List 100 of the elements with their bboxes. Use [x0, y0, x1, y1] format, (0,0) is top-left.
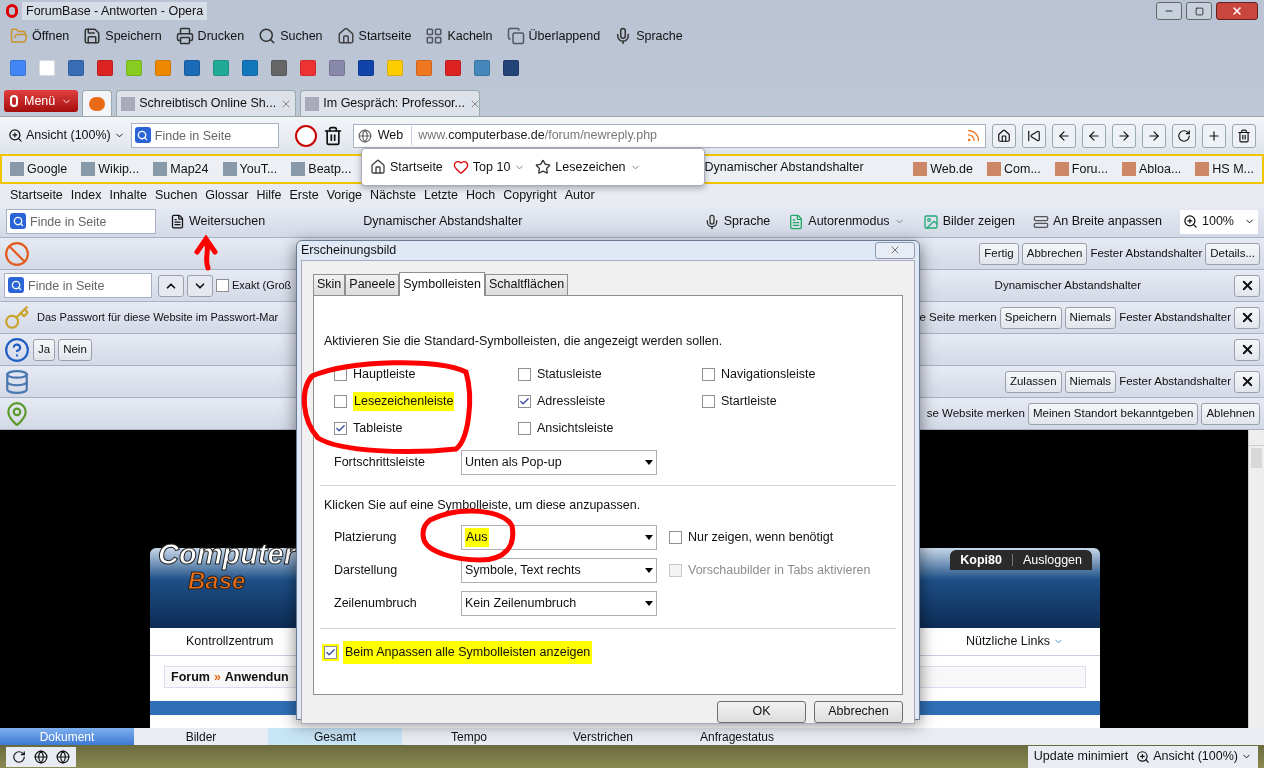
breadcrumb-link[interactable]: Forum — [171, 667, 210, 687]
add-button[interactable] — [1202, 123, 1226, 148]
close-button[interactable] — [1234, 274, 1260, 297]
tab[interactable] — [82, 90, 113, 116]
button[interactable]: Meinen Standort bekanntgeben — [1027, 402, 1199, 425]
menu-item[interactable]: Copyright — [503, 185, 557, 205]
checkbox[interactable] — [702, 368, 715, 381]
toolbar-button[interactable]: Autorenmodus — [788, 212, 905, 231]
down-button[interactable] — [187, 274, 213, 297]
bookmark[interactable]: HS M... — [1195, 159, 1254, 179]
button[interactable]: Niemals — [1064, 370, 1117, 393]
breadcrumb-link[interactable]: Anwendun — [224, 667, 289, 687]
bookmark[interactable]: Foru... — [1054, 159, 1108, 179]
menu-item[interactable]: Erste — [289, 185, 319, 205]
up-button[interactable] — [158, 274, 184, 297]
checkbox[interactable] — [518, 395, 531, 408]
dropdown[interactable]: Aus — [461, 524, 657, 550]
forward-button[interactable] — [1142, 123, 1166, 148]
find-next-button[interactable]: Weitersuchen — [170, 212, 266, 231]
close-button[interactable] — [1234, 370, 1260, 393]
button[interactable]: Details... — [1205, 242, 1260, 265]
toolbar-button[interactable]: Überlappend — [506, 26, 601, 46]
menu-item[interactable]: Glossar — [205, 185, 249, 205]
reload-button[interactable] — [1172, 123, 1196, 148]
maximize-button[interactable] — [1186, 2, 1212, 20]
back-button[interactable] — [1082, 123, 1106, 148]
menu-item[interactable]: Letzte — [423, 185, 458, 205]
menu-button[interactable]: Menü — [4, 90, 79, 112]
tab[interactable]: Schreibtisch Online Sh... — [116, 90, 297, 116]
close-button[interactable] — [1234, 306, 1260, 329]
bookmark[interactable]: Map24 — [153, 159, 209, 179]
bookmark[interactable]: Google — [10, 159, 68, 179]
tab[interactable]: Paneele — [345, 273, 400, 295]
button[interactable]: Speichern — [999, 306, 1062, 329]
dropdown[interactable]: Symbole, Text rechts — [461, 557, 657, 583]
trash-button[interactable] — [1232, 123, 1256, 148]
tab[interactable]: Skin — [313, 273, 346, 295]
toolbar-button[interactable]: An Breite anpassen — [1032, 212, 1162, 231]
bookmark[interactable]: Com... — [987, 159, 1041, 179]
menu-item[interactable]: Suchen — [154, 185, 198, 205]
close-button[interactable] — [1216, 2, 1258, 20]
popup-item[interactable]: Top 10 — [452, 157, 526, 177]
dropdown[interactable]: Kein Zeilenumbruch — [461, 590, 657, 616]
nav-link[interactable]: Kontrollzentrum — [186, 632, 274, 651]
button[interactable]: Zulassen — [1004, 370, 1062, 393]
blocker-icon[interactable] — [294, 124, 317, 147]
button[interactable]: OK — [717, 700, 806, 723]
bookmark[interactable]: Beatp... — [291, 159, 352, 179]
menu-item[interactable]: Vorige — [326, 185, 363, 205]
button[interactable]: Abbrechen — [1021, 242, 1088, 265]
bookmark[interactable]: Abloa... — [1121, 159, 1182, 179]
back-button[interactable] — [1052, 123, 1076, 148]
menu-item[interactable]: Index — [70, 185, 102, 205]
tab[interactable]: Schaltflächen — [485, 273, 569, 295]
bookmark[interactable]: YouT... — [222, 159, 278, 179]
bookmark[interactable]: Wikip... — [81, 159, 140, 179]
tab[interactable]: Symbolleisten — [399, 271, 486, 296]
menu-item[interactable]: Inhalte — [109, 185, 147, 205]
checkbox[interactable] — [518, 368, 531, 381]
menu-item[interactable]: Hoch — [466, 185, 496, 205]
toolbar-button[interactable]: Kacheln — [425, 26, 493, 46]
rewind-button[interactable] — [1022, 123, 1046, 148]
toolbar-button[interactable]: Sprache — [703, 212, 771, 231]
dropdown[interactable]: Unten als Pop-up — [461, 449, 657, 475]
forward-button[interactable] — [1112, 123, 1136, 148]
checkbox[interactable] — [334, 422, 347, 435]
menu-item[interactable]: Autor — [564, 185, 595, 205]
logout-link[interactable]: Ausloggen — [1022, 550, 1082, 570]
bookmark[interactable]: Web.de — [913, 159, 973, 179]
find-field[interactable]: Finde in Seite — [130, 123, 279, 148]
zoom-button[interactable]: Ansicht (100%) — [8, 126, 125, 145]
minimize-button[interactable] — [1156, 2, 1182, 20]
button[interactable]: Abbrechen — [814, 700, 903, 723]
zoom-field[interactable]: 100% — [1180, 209, 1258, 234]
find-field[interactable]: Finde in Seite — [4, 273, 152, 298]
checkbox[interactable] — [216, 279, 229, 292]
popup-item[interactable]: Lesezeichen — [535, 157, 641, 177]
home-button[interactable] — [992, 123, 1016, 148]
address-field[interactable]: Web www.computerbase.de/forum/newreply.php — [352, 123, 986, 148]
button[interactable]: Nein — [58, 338, 92, 361]
checkbox[interactable] — [669, 530, 682, 544]
checkbox[interactable] — [518, 422, 531, 435]
menu-item[interactable]: Startseite — [10, 185, 63, 205]
menu-item[interactable]: Hilfe — [256, 185, 282, 205]
find-field[interactable]: Finde in Seite — [6, 209, 156, 234]
menu-item[interactable]: Nächste — [370, 185, 416, 205]
tab[interactable]: Im Gespräch: Professor... — [300, 90, 481, 116]
button[interactable]: Ablehnen — [1201, 402, 1260, 425]
button[interactable]: Fertig — [979, 242, 1019, 265]
button[interactable]: Ja — [33, 338, 56, 361]
button[interactable]: Niemals — [1064, 306, 1117, 329]
nav-link[interactable]: Nützliche Links — [965, 632, 1064, 651]
toolbar-button[interactable]: Drucken — [175, 26, 245, 46]
toolbar-button[interactable]: Speichern — [83, 26, 162, 46]
toolbar-button[interactable]: Startseite — [336, 26, 412, 46]
checkbox[interactable] — [324, 646, 337, 660]
zoom-button[interactable]: Ansicht (100%) — [1136, 747, 1252, 766]
checkbox[interactable] — [702, 395, 715, 408]
status-tab[interactable]: Gesamt — [268, 728, 402, 745]
toolbar-button[interactable]: Öffnen — [10, 26, 70, 46]
